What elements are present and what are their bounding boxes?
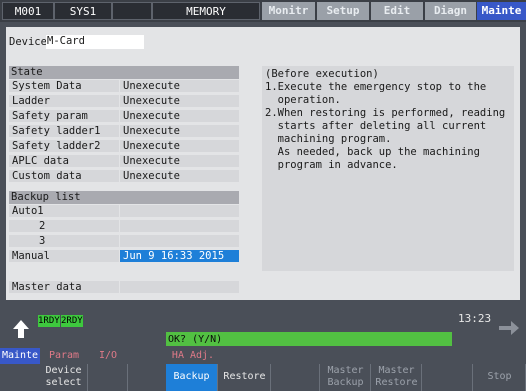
state-row-value: Unexecute (120, 95, 239, 107)
state-row-value: Unexecute (120, 155, 239, 167)
instructions-box: (Before execution) 1.Execute the emergenc… (262, 66, 514, 271)
state-row-name: Custom data (9, 170, 119, 182)
device-field[interactable]: M-Card (46, 35, 144, 49)
backup-row-value[interactable] (120, 205, 239, 217)
rdy1-label: 1RDY (38, 316, 60, 326)
system-tab-sys1[interactable]: SYS1 (54, 2, 112, 20)
cnc-screen: M001 SYS1 MEMORY Monitr Setup Edit Diagn… (0, 0, 526, 391)
rdy2-badge: 2RDY (61, 315, 83, 327)
state-row-name: Safety param (9, 110, 119, 122)
state-row-name: System Data (9, 80, 119, 92)
function-key[interactable]: Restore (219, 364, 271, 391)
backup-row-name: Auto1 (9, 205, 119, 217)
prompt-bar: OK? (Y/N) (166, 332, 452, 346)
arrow-right-icon[interactable] (498, 319, 520, 337)
instruction-line: As needed, back up the machining (265, 146, 480, 158)
system-tab-empty (112, 2, 152, 20)
state-row-value: Unexecute (120, 125, 239, 137)
prompt-text: OK? (Y/N) (168, 334, 223, 345)
instruction-line: (Before execution) (265, 68, 379, 80)
backup-row-name: 2 (9, 220, 119, 232)
function-key-label: Master Backup (327, 365, 364, 388)
backup-row-name: 3 (9, 235, 119, 247)
state-row-name: Safety ladder2 (9, 140, 119, 152)
menu-path-tab[interactable]: I/O (88, 348, 128, 364)
arrow-up-icon[interactable] (12, 319, 30, 339)
rdy1-badge: 1RDY (38, 315, 60, 327)
bottom-area: 1RDY 2RDY OK? (Y/N) 13:23 Mainte Param I/O… (0, 309, 526, 391)
instruction-line: starts after deleting all current (265, 120, 487, 132)
state-row-name: APLC data (9, 155, 119, 167)
instruction-line: machining program. (265, 133, 392, 145)
system-tab-m001[interactable]: M001 (2, 2, 54, 20)
backup-list-header: Backup list (9, 191, 239, 204)
menu-path-tab[interactable]: HA Adj. (166, 348, 220, 364)
state-row-name: Safety ladder1 (9, 125, 119, 137)
function-key[interactable]: Stop (474, 364, 526, 391)
function-key-label: Backup (173, 371, 210, 382)
menu-path-tab[interactable]: Param (40, 348, 88, 364)
top-bar: M001 SYS1 MEMORY Monitr Setup Edit Diagn… (0, 0, 526, 22)
state-header: State (9, 66, 239, 79)
clock: 13:23 (458, 312, 492, 325)
tab-monitr[interactable]: Monitr (262, 2, 315, 20)
instruction-line: 2.When restoring is performed, reading (265, 107, 506, 119)
main-panel: Device M-Card State System Data Unexecute… (6, 27, 520, 300)
function-key-label: Stop (487, 371, 512, 382)
tab-mainte[interactable]: Mainte (477, 2, 526, 20)
function-key[interactable]: Device select (40, 364, 88, 391)
master-data-label: Master data (9, 281, 119, 293)
tab-edit[interactable]: Edit (371, 2, 423, 20)
device-value: M-Card (47, 35, 85, 47)
function-key[interactable]: Backup (166, 364, 218, 391)
state-row-name: Ladder (9, 95, 119, 107)
state-header-label: State (11, 66, 43, 78)
backup-row-value[interactable] (120, 220, 239, 232)
function-key[interactable]: Master Backup (321, 364, 371, 391)
backup-row-value[interactable]: Jun 9 16:33 2015 (120, 250, 239, 262)
function-key-label: Master Restore (375, 365, 418, 388)
function-key[interactable]: Master Restore (372, 364, 422, 391)
function-key-label: Restore (223, 371, 266, 382)
backup-row-name: Manual (9, 250, 119, 262)
instruction-line: 1.Execute the emergency stop to the (265, 81, 487, 93)
state-row-value: Unexecute (120, 110, 239, 122)
tab-setup[interactable]: Setup (317, 2, 369, 20)
device-label: Device (9, 36, 47, 48)
state-row-value: Unexecute (120, 140, 239, 152)
state-row-value: Unexecute (120, 170, 239, 182)
function-key (272, 364, 320, 391)
backup-list-header-label: Backup list (11, 191, 81, 203)
backup-row-value[interactable] (120, 235, 239, 247)
function-key-label: Device select (45, 365, 82, 388)
menu-path-tab[interactable]: Mainte (0, 348, 40, 364)
master-data-value (120, 281, 239, 293)
tab-diagn[interactable]: Diagn (425, 2, 476, 20)
memory-indicator: MEMORY (152, 2, 260, 20)
rdy2-label: 2RDY (61, 316, 83, 326)
function-key (423, 364, 473, 391)
function-key (88, 364, 128, 391)
instruction-line: operation. (265, 94, 341, 106)
state-row-value: Unexecute (120, 80, 239, 92)
instruction-line: program in advance. (265, 159, 398, 171)
